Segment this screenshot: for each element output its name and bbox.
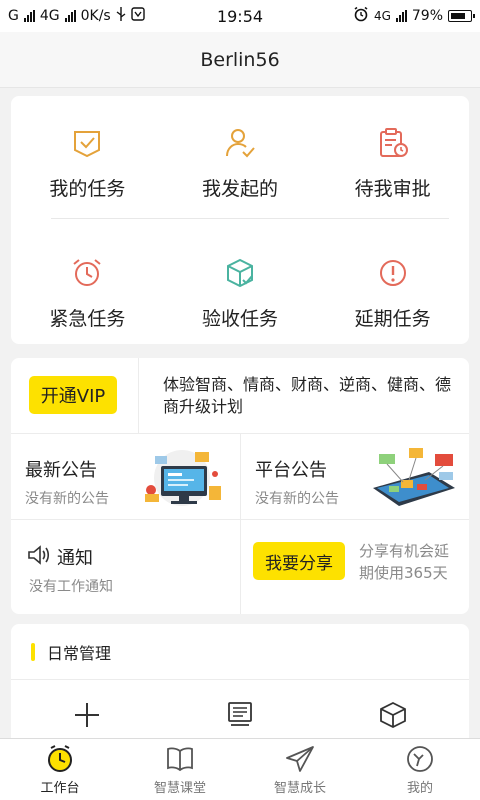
task-label: 我发起的 xyxy=(202,178,279,200)
plus-icon xyxy=(75,703,100,727)
tab-label: 智慧课堂 xyxy=(153,781,206,796)
signal-icon-3 xyxy=(395,10,407,22)
battery-label: 79% xyxy=(411,8,443,24)
alarm-clock-icon xyxy=(73,259,101,286)
clock-icon xyxy=(48,745,72,772)
daily-title: 日常管理 xyxy=(47,643,112,663)
clipboard-clock-icon xyxy=(379,128,408,157)
tab-smart-classroom[interactable]: 智慧课堂 xyxy=(120,739,240,800)
info-card: 开通VIP 体验智商、情商、财商、逆商、健商、德商升级计划 最新公告 没有新的公… xyxy=(11,358,469,614)
app-notify-icon xyxy=(131,7,145,25)
task-urgent[interactable]: 紧急任务 xyxy=(11,256,164,331)
latest-notice-panel[interactable]: 最新公告 没有新的公告 xyxy=(11,434,240,520)
share-button[interactable]: 我要分享 xyxy=(253,542,345,580)
usb-icon xyxy=(116,7,126,25)
platform-notice-title: 平台公告 xyxy=(255,460,327,481)
tab-mine[interactable]: 我的 xyxy=(360,739,480,800)
task-pending-approval[interactable]: 待我审批 xyxy=(316,126,469,201)
task-acceptance[interactable]: 验收任务 xyxy=(164,256,317,331)
notification-title: 通知 xyxy=(57,548,93,569)
exclamation-circle-icon xyxy=(379,260,406,286)
speed-label: 0K/s xyxy=(80,8,111,24)
tab-smart-growth[interactable]: 智慧成长 xyxy=(240,739,360,800)
daily-header: 日常管理 xyxy=(11,624,469,680)
tablet-illustration-icon xyxy=(373,448,455,506)
task-row-1: 我的任务 我发起的 待我审批 xyxy=(11,126,469,201)
tab-label: 工作台 xyxy=(40,781,80,796)
task-label: 我的任务 xyxy=(49,178,126,200)
status-left: G 4G 0K/s xyxy=(8,7,145,25)
latest-notice-subtitle: 没有新的公告 xyxy=(25,491,109,507)
task-initiated[interactable]: 我发起的 xyxy=(164,126,317,201)
tab-bar: 工作台 智慧课堂 智慧成长 我的 xyxy=(0,738,480,800)
notice-row: 最新公告 没有新的公告 平台公告 没有新的公告 xyxy=(11,434,469,520)
vip-description: 体验智商、情商、财商、逆商、健商、德商升级计划 xyxy=(163,375,452,416)
task-row-2: 紧急任务 验收任务 延期任务 xyxy=(11,256,469,331)
notification-subtitle: 没有工作通知 xyxy=(29,579,113,595)
box-check-icon xyxy=(227,258,253,288)
task-label: 延期任务 xyxy=(354,308,431,330)
computer-illustration-icon xyxy=(145,450,221,506)
status-right: 4G 79% xyxy=(353,6,475,26)
screen-list-icon xyxy=(228,702,252,726)
battery-icon xyxy=(448,10,475,22)
tab-label: 智慧成长 xyxy=(273,781,326,796)
share-description: 分享有机会延期使用365天 xyxy=(359,542,450,582)
daily-list-item[interactable] xyxy=(164,700,317,730)
vip-row: 开通VIP 体验智商、情商、财商、逆商、健商、德商升级计划 xyxy=(11,358,469,434)
network-label: 4G xyxy=(39,8,60,24)
book-icon xyxy=(167,747,193,772)
platform-notice-subtitle: 没有新的公告 xyxy=(255,491,339,507)
task-delayed[interactable]: 延期任务 xyxy=(316,256,469,331)
speaker-icon xyxy=(28,545,50,565)
page-title: Berlin56 xyxy=(0,32,480,88)
daily-cube-item[interactable] xyxy=(316,700,469,730)
notification-panel[interactable]: 通知 没有工作通知 xyxy=(11,520,240,614)
task-my-tasks[interactable]: 我的任务 xyxy=(11,126,164,201)
signal-icon-2 xyxy=(64,10,76,22)
task-label: 验收任务 xyxy=(202,308,279,330)
profile-icon xyxy=(407,746,433,772)
daily-add-item[interactable] xyxy=(11,700,164,730)
tab-label: 我的 xyxy=(406,781,433,796)
cube-icon xyxy=(379,701,406,729)
carrier-label: G xyxy=(8,8,19,24)
share-row: 通知 没有工作通知 我要分享 分享有机会延期使用365天 xyxy=(11,520,469,614)
tab-workbench[interactable]: 工作台 xyxy=(0,739,120,800)
task-card: 我的任务 我发起的 待我审批 紧急任务 验收任务 延期任务 xyxy=(11,96,469,344)
latest-notice-title: 最新公告 xyxy=(25,460,97,481)
shield-check-icon xyxy=(74,131,101,158)
person-check-icon xyxy=(226,129,255,158)
share-divider xyxy=(240,520,241,614)
task-label: 待我审批 xyxy=(354,178,431,200)
platform-notice-panel[interactable]: 平台公告 没有新的公告 xyxy=(241,434,469,520)
daily-management-card: 日常管理 xyxy=(11,624,469,754)
task-divider xyxy=(51,218,449,219)
network-right-label: 4G xyxy=(373,9,391,23)
open-vip-button[interactable]: 开通VIP xyxy=(29,376,117,414)
vip-divider xyxy=(138,358,139,434)
status-bar: G 4G 0K/s 19:54 4G 79% xyxy=(0,0,480,32)
section-marker xyxy=(31,642,35,661)
signal-icon xyxy=(23,10,35,22)
alarm-icon xyxy=(353,6,369,26)
daily-icons xyxy=(11,700,469,730)
task-label: 紧急任务 xyxy=(49,308,126,330)
paper-plane-icon xyxy=(286,746,314,772)
